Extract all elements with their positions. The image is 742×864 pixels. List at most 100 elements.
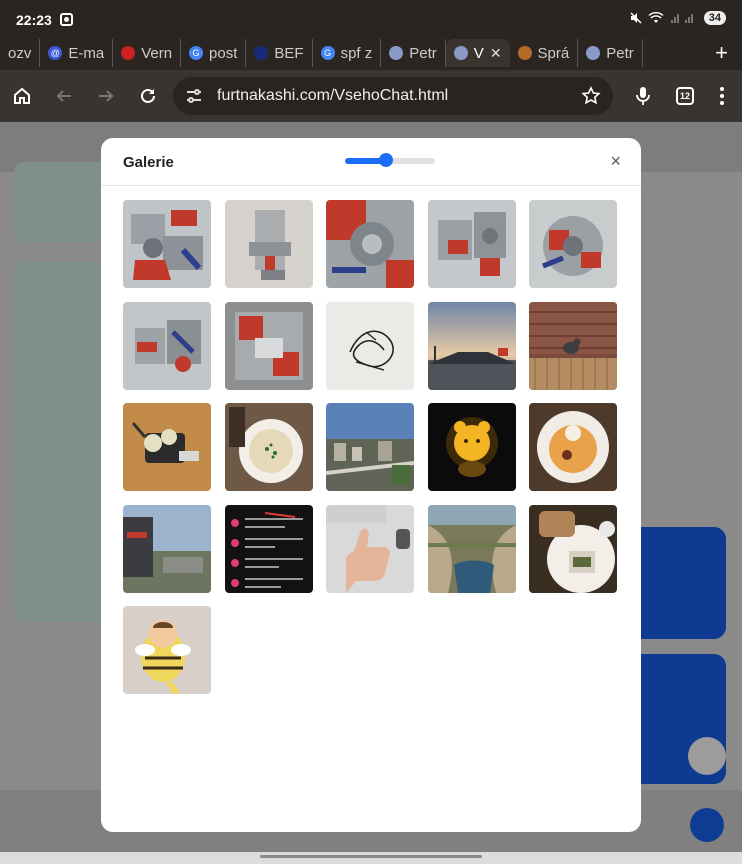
thumbnail-image bbox=[326, 301, 414, 390]
thumbnail-image bbox=[427, 504, 516, 593]
status-icons: 34 bbox=[630, 11, 726, 25]
site-settings-icon[interactable] bbox=[185, 87, 203, 105]
gallery-thumbnail-city-aerial[interactable] bbox=[326, 403, 414, 491]
tab-label: ozv bbox=[8, 44, 32, 62]
reload-button[interactable] bbox=[137, 85, 159, 107]
tab-label: Petr bbox=[409, 44, 437, 62]
gallery-thumbnail-thumbs-up[interactable] bbox=[326, 504, 414, 593]
gallery-thumbnail-engine-cutaway-6[interactable] bbox=[123, 301, 211, 390]
gallery-thumbnail-sketch-drawing[interactable] bbox=[326, 301, 414, 390]
tab-label: spf z bbox=[340, 44, 373, 62]
tab-favicon-icon bbox=[121, 46, 136, 60]
tab-favicon-icon bbox=[453, 46, 468, 60]
thumbnail-image bbox=[224, 301, 313, 390]
tab-label: Sprá bbox=[537, 44, 570, 62]
reload-icon bbox=[141, 88, 155, 103]
tab-label: post bbox=[209, 44, 238, 62]
browser-tab[interactable]: @ E-ma bbox=[40, 39, 114, 67]
thumbnail-image bbox=[427, 200, 516, 288]
gallery-thumbnail-engine-cutaway-2[interactable] bbox=[224, 200, 313, 288]
thumbnail-image bbox=[123, 200, 211, 288]
thumbnail-image bbox=[529, 403, 617, 491]
gallery-thumbnail-quarry-lake[interactable] bbox=[427, 504, 516, 593]
home-button[interactable] bbox=[11, 85, 33, 107]
browser-tab[interactable]: Petr bbox=[578, 39, 643, 67]
gallery-thumbnail-app-screenshot[interactable] bbox=[224, 504, 313, 593]
tab-switcher-button[interactable]: 12 bbox=[676, 87, 694, 105]
gallery-thumbnail-bee-figure[interactable] bbox=[123, 606, 211, 694]
send-button bbox=[690, 808, 724, 842]
gesture-bar bbox=[0, 852, 742, 864]
new-tab-button[interactable]: + bbox=[701, 40, 742, 66]
thumbnail-image bbox=[123, 403, 211, 491]
gallery-thumbnail-bird-on-roof[interactable] bbox=[529, 301, 617, 390]
thumbnail-image bbox=[427, 403, 516, 491]
tab-label: BEF bbox=[274, 44, 304, 62]
slider-handle[interactable] bbox=[378, 153, 393, 167]
tab-favicon-icon: G bbox=[320, 46, 335, 60]
signal-icon bbox=[670, 14, 693, 23]
thumbnail-image bbox=[529, 504, 617, 593]
gallery-thumbnail-engine-cutaway-4[interactable] bbox=[427, 200, 516, 288]
gallery-thumbnail-dessert-plate[interactable] bbox=[529, 403, 617, 491]
scroll-down-button bbox=[688, 737, 726, 775]
arrow-left-icon bbox=[56, 90, 71, 102]
thumbnail-image bbox=[123, 301, 211, 390]
tab-favicon-icon bbox=[254, 46, 269, 60]
modal-header: Galerie × bbox=[101, 138, 641, 186]
thumbnail-image bbox=[224, 200, 313, 288]
tab-favicon-icon bbox=[517, 46, 532, 60]
thumbnail-image bbox=[326, 403, 414, 491]
thumbnail-image bbox=[427, 301, 516, 390]
browser-tab[interactable]: BEF bbox=[246, 39, 313, 67]
thumbnail-image bbox=[529, 301, 617, 390]
modal-title: Galerie bbox=[123, 154, 174, 171]
gallery-grid bbox=[123, 200, 617, 694]
gallery-thumbnail-engine-cutaway-5[interactable] bbox=[529, 200, 617, 288]
close-button[interactable]: × bbox=[610, 151, 621, 172]
thumbnail-image bbox=[326, 200, 414, 288]
gallery-thumbnail-soup-bowl[interactable] bbox=[224, 403, 313, 491]
tab-favicon-icon: G bbox=[189, 46, 204, 60]
tab-favicon-icon bbox=[389, 46, 404, 60]
thumbnail-image bbox=[123, 606, 211, 694]
browser-tab[interactable]: Sprá bbox=[510, 39, 579, 67]
thumbnail-image bbox=[123, 504, 211, 593]
thumbnail-image bbox=[224, 504, 313, 593]
wifi-icon bbox=[648, 12, 664, 23]
overflow-menu-icon[interactable] bbox=[720, 87, 724, 105]
tab-label: E-ma bbox=[68, 44, 105, 62]
gallery-thumbnail-road-sunset[interactable] bbox=[427, 301, 516, 390]
zoom-slider[interactable] bbox=[345, 153, 435, 167]
gallery-thumbnail-mechanical-part[interactable] bbox=[123, 403, 211, 491]
gallery-thumbnail-engine-cutaway-7[interactable] bbox=[224, 301, 313, 390]
back-button[interactable] bbox=[53, 85, 75, 107]
gallery-thumbnail-engine-cutaway-1[interactable] bbox=[123, 200, 211, 288]
tab-strip: ozv @ E-ma Vern Gpost BEF Gspf z Petr V ✕ Sprá Petr… bbox=[0, 36, 742, 70]
tab-favicon-icon: @ bbox=[48, 46, 63, 60]
forward-button[interactable] bbox=[95, 85, 117, 107]
tab-close-icon[interactable]: ✕ bbox=[490, 45, 502, 62]
gallery-thumbnail-bread-plate[interactable] bbox=[529, 504, 617, 593]
browser-tab[interactable]: V ✕ bbox=[445, 39, 510, 67]
browser-tab[interactable]: ozv bbox=[0, 39, 41, 67]
tab-favicon-icon bbox=[586, 46, 601, 60]
gallery-thumbnail-glowing-bear-lamp[interactable] bbox=[427, 403, 516, 491]
gallery-thumbnail-building-sign[interactable] bbox=[123, 504, 211, 593]
browser-tab[interactable]: Gspf z bbox=[313, 39, 382, 67]
gallery-thumbnail-engine-cutaway-3[interactable] bbox=[326, 200, 414, 288]
home-icon bbox=[14, 87, 30, 104]
browser-tab[interactable]: Vern bbox=[113, 39, 182, 67]
browser-tab[interactable]: Gpost bbox=[181, 39, 247, 67]
address-bar[interactable]: furtnakashi.com/VsehoChat.html bbox=[173, 77, 613, 115]
gallery-modal: Galerie × bbox=[101, 138, 641, 832]
url-text[interactable]: furtnakashi.com/VsehoChat.html bbox=[217, 87, 448, 105]
mute-icon bbox=[630, 12, 642, 24]
browser-tab[interactable]: Petr bbox=[381, 39, 446, 67]
tab-label: Vern bbox=[141, 44, 173, 62]
microphone-icon[interactable] bbox=[636, 86, 650, 106]
browser-toolbar: furtnakashi.com/VsehoChat.html 12 bbox=[0, 70, 742, 122]
arrow-right-icon bbox=[99, 90, 114, 102]
bookmark-star-icon[interactable] bbox=[581, 86, 601, 106]
status-bar: 22:23 34 bbox=[0, 0, 742, 36]
